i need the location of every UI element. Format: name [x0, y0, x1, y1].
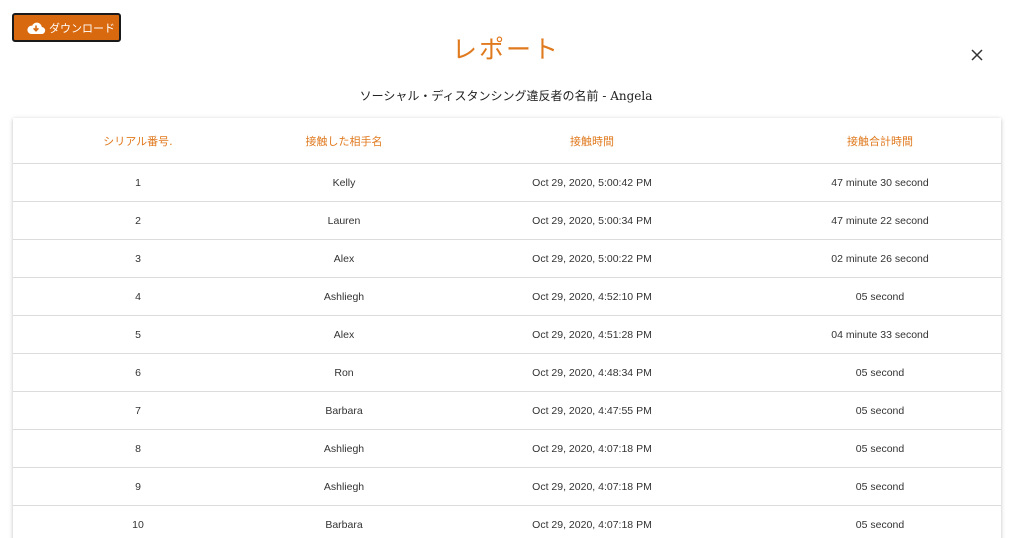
- cell-name: Alex: [263, 239, 425, 278]
- table-row: 7 Barbara Oct 29, 2020, 4:47:55 PM 05 se…: [13, 391, 1001, 430]
- table-row: 5 Alex Oct 29, 2020, 4:51:28 PM 04 minut…: [13, 315, 1001, 354]
- cell-serial: 5: [13, 315, 263, 354]
- cell-serial: 1: [13, 163, 263, 202]
- cell-serial: 8: [13, 429, 263, 468]
- cell-time: Oct 29, 2020, 4:07:18 PM: [425, 429, 759, 468]
- table-row: 6 Ron Oct 29, 2020, 4:48:34 PM 05 second: [13, 353, 1001, 392]
- violator-subtitle: ソーシャル・ディスタンシング違反者の名前 - Angela: [359, 89, 653, 103]
- cell-duration: 02 minute 26 second: [759, 239, 1001, 278]
- table-row: 2 Lauren Oct 29, 2020, 5:00:34 PM 47 min…: [13, 201, 1001, 240]
- cell-duration: 05 second: [759, 391, 1001, 430]
- cell-serial: 7: [13, 391, 263, 430]
- cell-duration: 05 second: [759, 429, 1001, 468]
- cell-time: Oct 29, 2020, 4:52:10 PM: [425, 277, 759, 316]
- cell-time: Oct 29, 2020, 4:48:34 PM: [425, 353, 759, 392]
- cell-serial: 3: [13, 239, 263, 278]
- dialog-title: レポート: [451, 35, 560, 64]
- table-row: 8 Ashliegh Oct 29, 2020, 4:07:18 PM 05 s…: [13, 429, 1001, 468]
- table-row: 4 Ashliegh Oct 29, 2020, 4:52:10 PM 05 s…: [13, 277, 1001, 316]
- cell-name: Kelly: [263, 163, 425, 202]
- cell-name: Alex: [263, 315, 425, 354]
- header-total-contact-time: 接触合計時間: [759, 118, 1001, 164]
- cell-name: Lauren: [263, 201, 425, 240]
- cell-duration: 05 second: [759, 467, 1001, 506]
- cell-name: Ashliegh: [263, 277, 425, 316]
- cell-name: Ron: [263, 353, 425, 392]
- cell-name: Barbara: [263, 391, 425, 430]
- cell-duration: 05 second: [759, 353, 1001, 392]
- cell-serial: 6: [13, 353, 263, 392]
- table-row: 1 Kelly Oct 29, 2020, 5:00:42 PM 47 minu…: [13, 163, 1001, 202]
- cell-time: Oct 29, 2020, 5:00:22 PM: [425, 239, 759, 278]
- cell-name: Barbara: [263, 505, 425, 538]
- cell-time: Oct 29, 2020, 4:07:18 PM: [425, 467, 759, 506]
- table-row: 3 Alex Oct 29, 2020, 5:00:22 PM 02 minut…: [13, 239, 1001, 278]
- cell-serial: 2: [13, 201, 263, 240]
- cell-name: Ashliegh: [263, 429, 425, 468]
- header-contact-name: 接触した相手名: [263, 118, 425, 164]
- cell-duration: 47 minute 22 second: [759, 201, 1001, 240]
- cell-time: Oct 29, 2020, 5:00:42 PM: [425, 163, 759, 202]
- cell-duration: 47 minute 30 second: [759, 163, 1001, 202]
- table-row: 9 Ashliegh Oct 29, 2020, 4:07:18 PM 05 s…: [13, 467, 1001, 506]
- cell-serial: 4: [13, 277, 263, 316]
- table-header-row: シリアル番号. 接触した相手名 接触時間 接触合計時間: [13, 118, 1001, 164]
- cell-time: Oct 29, 2020, 5:00:34 PM: [425, 201, 759, 240]
- cell-name: Ashliegh: [263, 467, 425, 506]
- cell-duration: 05 second: [759, 277, 1001, 316]
- table-row: 10 Barbara Oct 29, 2020, 4:07:18 PM 05 s…: [13, 505, 1001, 538]
- header-contact-time: 接触時間: [425, 118, 759, 164]
- cell-duration: 04 minute 33 second: [759, 315, 1001, 354]
- report-dialog: ダウンロード レポート ソーシャル・ディスタンシング違反者の名前 - Angel…: [0, 0, 1012, 538]
- contact-table-card: シリアル番号. 接触した相手名 接触時間 接触合計時間 1 Kelly Oct …: [13, 118, 1001, 538]
- contact-table: シリアル番号. 接触した相手名 接触時間 接触合計時間 1 Kelly Oct …: [13, 118, 1001, 538]
- cell-serial: 9: [13, 467, 263, 506]
- header-serial-number: シリアル番号.: [13, 118, 263, 164]
- close-icon[interactable]: [966, 45, 988, 67]
- cell-serial: 10: [13, 505, 263, 538]
- cell-time: Oct 29, 2020, 4:51:28 PM: [425, 315, 759, 354]
- cell-time: Oct 29, 2020, 4:07:18 PM: [425, 505, 759, 538]
- cell-time: Oct 29, 2020, 4:47:55 PM: [425, 391, 759, 430]
- cell-duration: 05 second: [759, 505, 1001, 538]
